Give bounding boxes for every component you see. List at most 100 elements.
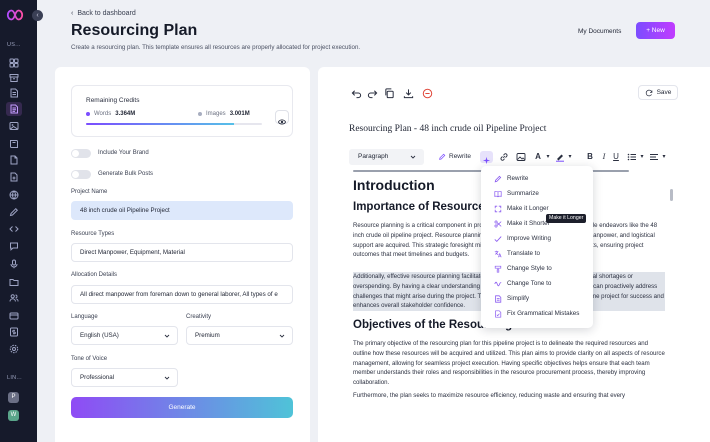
- pen-icon: [494, 175, 502, 183]
- menu-item-change-style-to[interactable]: Change Style to: [481, 261, 593, 276]
- save-button[interactable]: Save: [638, 85, 678, 100]
- menu-item-fix-grammatical-mistakes[interactable]: Fix Grammatical Mistakes: [481, 306, 593, 321]
- words-credit: Words 3.364M: [86, 111, 135, 117]
- words-value: 3.364M: [115, 111, 136, 117]
- credits-card: Remaining Credits Words 3.364M Images 3.…: [71, 85, 293, 137]
- link-icon[interactable]: [499, 152, 509, 162]
- image-icon[interactable]: [516, 152, 526, 162]
- paragraph-3: The primary objective of the resourcing …: [353, 340, 665, 387]
- project-name-input[interactable]: 48 inch crude oil Pipeline Project: [71, 201, 293, 220]
- menu-item-translate-to[interactable]: Translate to: [481, 246, 593, 261]
- words-dot: [86, 112, 90, 116]
- app-w-icon[interactable]: W: [8, 410, 19, 421]
- menu-item-label: Improve Writing: [507, 235, 551, 242]
- tooltip: Make it Longer: [546, 214, 587, 223]
- include-brand-toggle[interactable]: [71, 149, 91, 158]
- sidebar-folder-icon[interactable]: [9, 277, 19, 287]
- tone-of-voice-label: Tone of Voice: [71, 356, 108, 362]
- sidebar-users-icon[interactable]: [9, 293, 19, 303]
- language-select[interactable]: English (USA): [71, 326, 178, 345]
- sidebar-file-icon[interactable]: [9, 155, 19, 165]
- generate-button[interactable]: Generate: [71, 397, 293, 418]
- app-p-icon[interactable]: P: [8, 392, 19, 403]
- redo-icon[interactable]: [367, 88, 378, 99]
- copy-icon[interactable]: [384, 88, 395, 99]
- paragraph-select[interactable]: Paragraph: [349, 149, 424, 165]
- new-button[interactable]: + New: [636, 22, 675, 39]
- creativity-label: Creativity: [186, 314, 212, 320]
- project-name-label: Project Name: [71, 189, 108, 195]
- menu-item-rewrite[interactable]: Rewrite: [481, 171, 593, 186]
- chevron-down-icon[interactable]: ▾: [565, 152, 575, 162]
- my-documents-button[interactable]: My Documents: [568, 23, 631, 40]
- bulk-posts-toggle[interactable]: [71, 170, 91, 179]
- chevron-down-icon[interactable]: ▾: [543, 152, 553, 162]
- sidebar-file-plus-icon[interactable]: [9, 172, 19, 182]
- text-color-icon[interactable]: A: [533, 152, 543, 162]
- template-form-panel: Remaining Credits Words 3.364M Images 3.…: [55, 67, 310, 442]
- images-label: Images: [206, 111, 226, 117]
- refresh-icon: [645, 89, 652, 96]
- logo-icon[interactable]: [6, 8, 24, 22]
- menu-item-improve-writing[interactable]: Improve Writing: [481, 231, 593, 246]
- include-brand-label: Include Your Brand: [98, 150, 149, 156]
- chevron-down-icon[interactable]: ▾: [637, 152, 647, 162]
- rewrite-label: Rewrite: [449, 153, 472, 160]
- tone-of-voice-value: Professional: [80, 374, 115, 381]
- sidebar-dollar-icon[interactable]: [9, 327, 19, 337]
- sidebar-document-text-icon[interactable]: [6, 102, 22, 116]
- images-value: 3.001M: [229, 111, 250, 117]
- vertical-scrollbar[interactable]: [670, 189, 673, 201]
- menu-item-simplify[interactable]: Simplify: [481, 291, 593, 306]
- sidebar-grid-icon[interactable]: [9, 58, 19, 68]
- undo-icon[interactable]: [351, 88, 362, 99]
- allocation-details-input[interactable]: All direct manpower from foreman down to…: [71, 285, 293, 304]
- sidebar-document-icon[interactable]: [9, 88, 19, 98]
- sidebar-settings-icon[interactable]: [9, 344, 19, 354]
- words-label: Words: [94, 111, 112, 117]
- bold-icon[interactable]: B: [585, 152, 595, 162]
- sidebar-pen-icon[interactable]: [9, 207, 19, 217]
- tone-of-voice-select[interactable]: Professional: [71, 368, 178, 387]
- page-description: Create a resourcing plan. This template …: [71, 44, 361, 51]
- delete-icon[interactable]: [422, 88, 433, 99]
- sidebar-image-icon[interactable]: [9, 121, 19, 131]
- menu-item-label: Simplify: [507, 295, 530, 302]
- format-toolbar: Paragraph Rewrite A ▾ ▾ B I U ▾ ▾: [349, 149, 671, 165]
- menu-item-label: Rewrite: [507, 175, 529, 182]
- book-open-icon: [494, 190, 502, 198]
- language-label: Language: [71, 314, 98, 320]
- sidebar-microphone-icon[interactable]: [9, 259, 19, 269]
- chevron-down-icon[interactable]: ▾: [659, 152, 669, 162]
- creativity-select[interactable]: Premium: [186, 326, 293, 345]
- highlight-icon[interactable]: [555, 152, 565, 162]
- sidebar-chat-icon[interactable]: [9, 241, 19, 251]
- heading-importance: Importance of Resource: [353, 201, 485, 213]
- menu-item-summarize[interactable]: Summarize: [481, 186, 593, 201]
- menu-item-change-tone-to[interactable]: Change Tone to: [481, 276, 593, 291]
- italic-icon[interactable]: I: [599, 152, 609, 162]
- underline-icon[interactable]: U: [611, 152, 621, 162]
- resource-types-input[interactable]: Direct Manpower, Equipment, Material: [71, 243, 293, 262]
- sidebar-card-icon[interactable]: [9, 311, 19, 321]
- menu-item-label: Summarize: [507, 190, 539, 197]
- sidebar-book-icon[interactable]: [9, 139, 19, 149]
- paragraph-4: Furthermore, the plan seeks to maximize …: [353, 392, 626, 399]
- resource-types-label: Resource Types: [71, 231, 115, 237]
- menu-item-label: Change Style to: [507, 265, 552, 272]
- chevron-left-icon[interactable]: ‹: [32, 10, 43, 21]
- document-title[interactable]: Resourcing Plan - 48 inch crude oil Pipe…: [349, 124, 546, 134]
- sparkles-icon[interactable]: [480, 151, 493, 165]
- eye-icon[interactable]: [275, 110, 289, 125]
- sidebar: US... LIN... PW: [0, 0, 37, 442]
- sidebar-globe-icon[interactable]: [9, 190, 19, 200]
- download-icon[interactable]: [403, 88, 414, 99]
- back-to-dashboard-link[interactable]: ‹ Back to dashboard: [71, 10, 136, 17]
- menu-item-label: Translate to: [507, 250, 541, 257]
- rewrite-button[interactable]: Rewrite: [438, 149, 471, 165]
- sidebar-code-icon[interactable]: [9, 224, 19, 234]
- list-icon[interactable]: [627, 152, 637, 162]
- align-icon[interactable]: [649, 152, 659, 162]
- chevron-down-icon: [164, 376, 170, 380]
- sidebar-archive-icon[interactable]: [9, 73, 19, 83]
